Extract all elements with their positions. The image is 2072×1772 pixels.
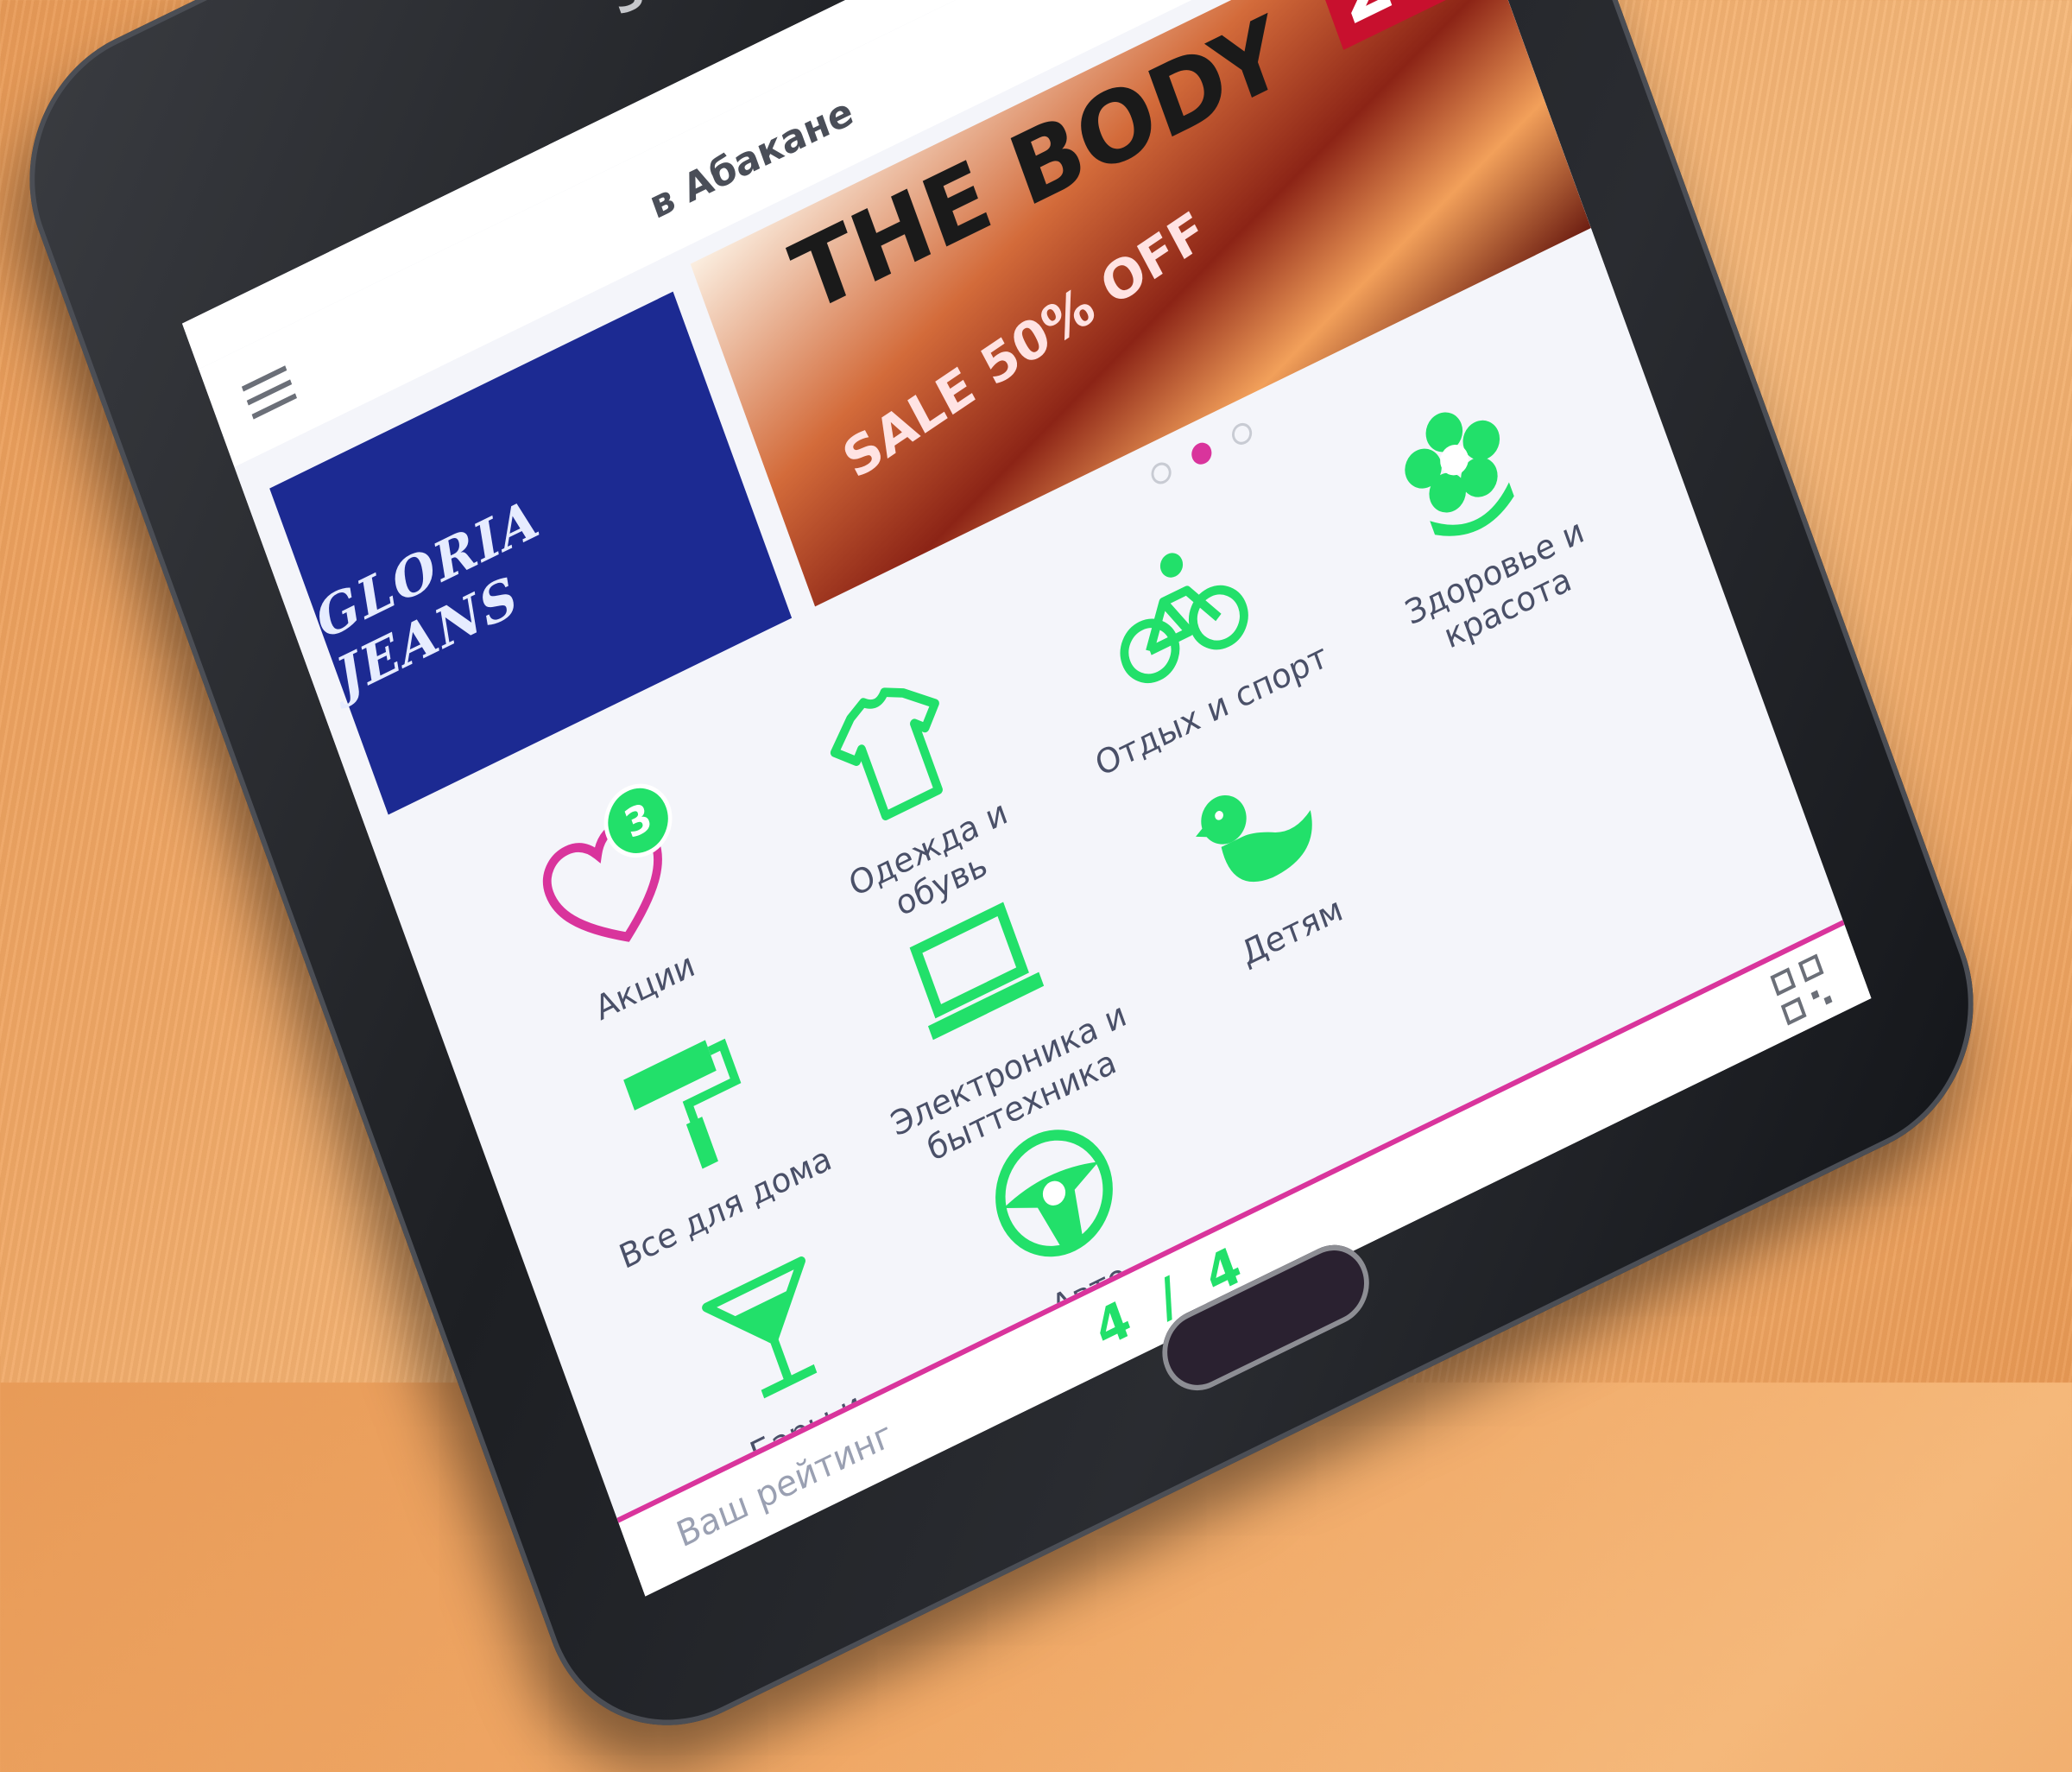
qr-code-icon[interactable] <box>1768 952 1837 1028</box>
carousel-dot-active[interactable] <box>1188 439 1215 468</box>
carousel-dot[interactable] <box>1229 419 1255 449</box>
smartphone: SAMSUNG ▲ ▮▮▮ в Абакане GLORIA JEANS THE… <box>0 0 2012 1772</box>
carousel-dot[interactable] <box>1148 459 1175 488</box>
discount-badge: 20% <box>1312 0 1536 50</box>
hamburger-menu-icon[interactable] <box>241 365 297 420</box>
gloria-jeans-logo: GLORIA JEANS <box>307 487 548 709</box>
